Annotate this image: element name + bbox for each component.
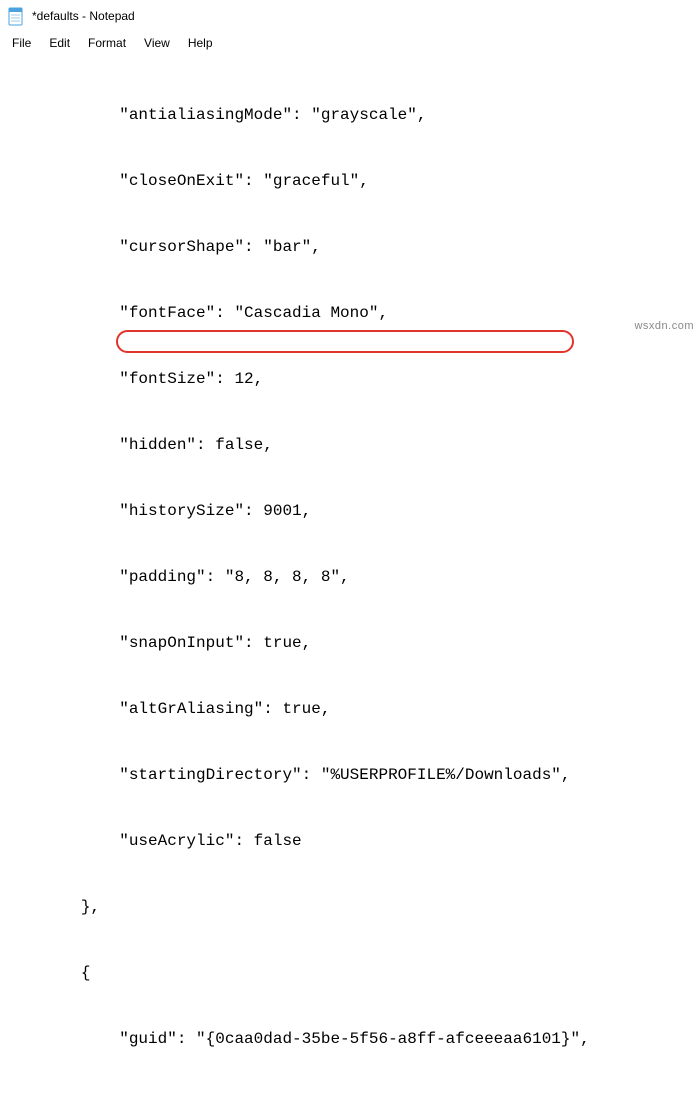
menubar: File Edit Format View Help: [0, 32, 700, 54]
code-line: "closeOnExit": "graceful",: [0, 170, 700, 192]
code-line: "fontFace": "Cascadia Mono",: [0, 302, 700, 324]
window-title: *defaults - Notepad: [32, 9, 135, 23]
code-line: "altGrAliasing": true,: [0, 698, 700, 720]
code-line: "hidden": false,: [0, 434, 700, 456]
code-line: "snapOnInput": true,: [0, 632, 700, 654]
menu-file[interactable]: File: [4, 34, 39, 52]
titlebar: *defaults - Notepad: [0, 0, 700, 32]
menu-help[interactable]: Help: [180, 34, 221, 52]
menu-view[interactable]: View: [136, 34, 178, 52]
code-line: },: [0, 896, 700, 918]
code-line: "padding": "8, 8, 8, 8",: [0, 566, 700, 588]
code-line: {: [0, 962, 700, 984]
code-line: "name": "Command Prompt",: [0, 1094, 700, 1096]
code-line: "cursorShape": "bar",: [0, 236, 700, 258]
watermark: wsxdn.com: [634, 320, 694, 332]
menu-edit[interactable]: Edit: [41, 34, 78, 52]
code-line: "fontSize": 12,: [0, 368, 700, 390]
code-line: "guid": "{0caa0dad-35be-5f56-a8ff-afceee…: [0, 1028, 700, 1050]
code-line: "useAcrylic": false: [0, 830, 700, 852]
code-line: "historySize": 9001,: [0, 500, 700, 522]
code-line: "startingDirectory": "%USERPROFILE%/Down…: [0, 764, 700, 786]
highlight-annotation: [116, 330, 574, 353]
notepad-icon: [8, 6, 24, 26]
editor-area[interactable]: "antialiasingMode": "grayscale", "closeO…: [0, 54, 700, 1096]
code-line: "antialiasingMode": "grayscale",: [0, 104, 700, 126]
menu-format[interactable]: Format: [80, 34, 134, 52]
